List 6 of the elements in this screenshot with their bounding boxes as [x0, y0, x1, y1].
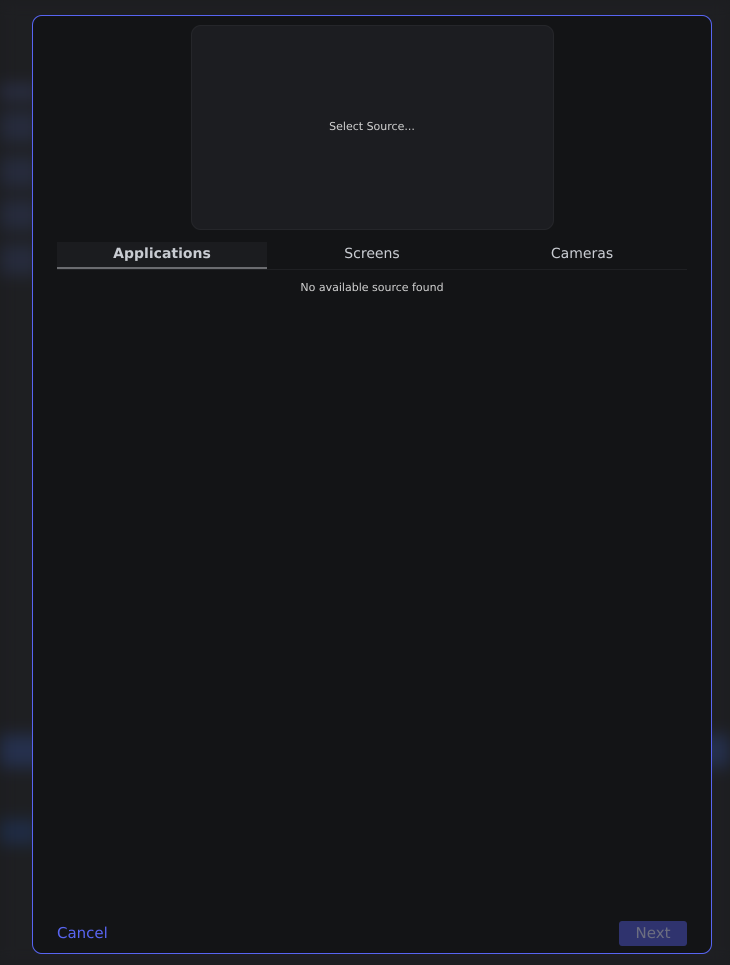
- source-tab[interactable]: Cameras: [477, 242, 687, 269]
- source-tab[interactable]: Applications: [57, 242, 267, 269]
- cancel-button[interactable]: Cancel: [57, 922, 108, 945]
- source-tab[interactable]: Screens: [267, 242, 477, 269]
- preview-label: Select Source...: [329, 119, 415, 136]
- empty-message: No available source found: [300, 280, 444, 296]
